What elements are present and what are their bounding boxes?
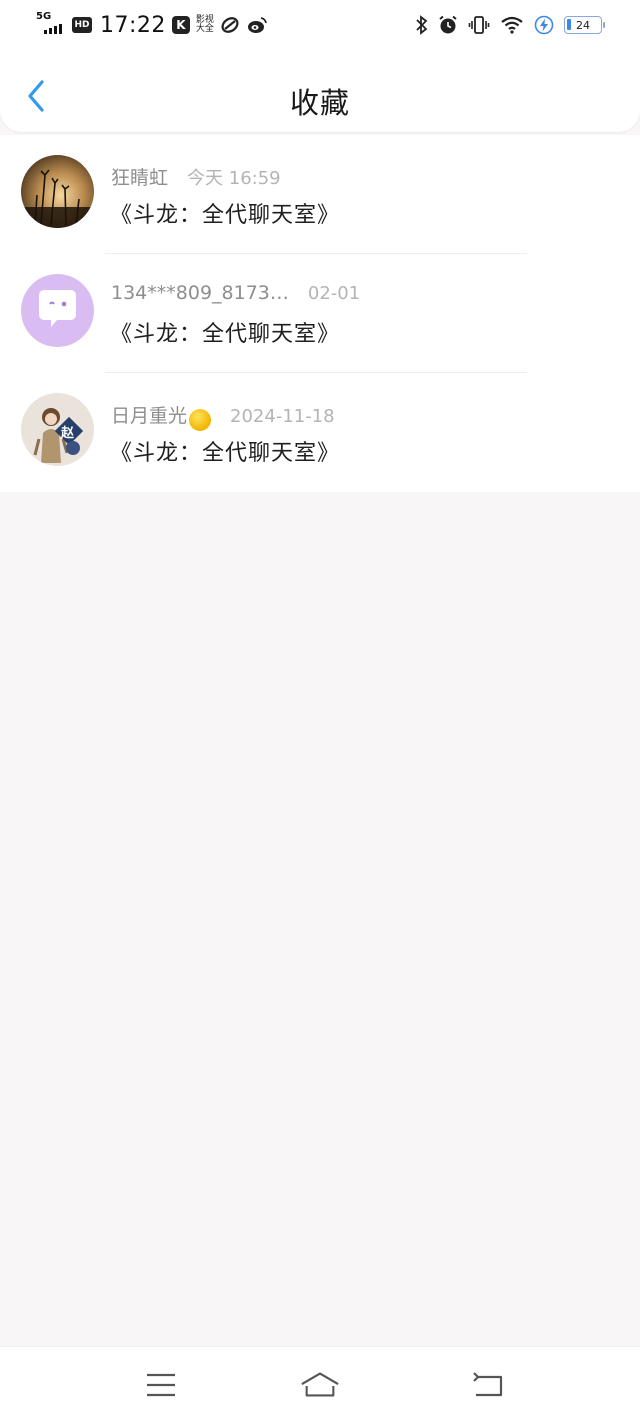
item-title[interactable]: 《斗龙：全代聊天室》 [110,316,340,348]
status-time: 17:22 [100,12,166,38]
item-meta: 日月重光 2024-11-18 [111,401,335,431]
return-button[interactable] [468,1367,508,1403]
favorites-list: 狂睛虹 今天 16:59 《斗龙：全代聊天室》 134***809_8173… … [0,135,640,492]
header-card: 5G HD 17:22 K 影视大全 24 收藏 [0,0,640,132]
moon-emoji-icon [189,408,212,431]
vibrate-icon [468,16,490,34]
system-nav-bar [0,1346,640,1422]
status-right: 24 [416,12,605,38]
list-item[interactable]: 狂睛虹 今天 16:59 《斗龙：全代聊天室》 [0,135,640,254]
battery-level: 24 [576,18,590,32]
avatar[interactable] [21,274,94,347]
item-meta: 134***809_8173… 02-01 [111,282,360,304]
battery-icon: 24 [564,16,605,34]
alarm-icon [439,15,457,34]
wifi-icon [501,16,523,34]
status-bar: 5G HD 17:22 K 影视大全 24 [0,0,640,52]
screen: 5G HD 17:22 K 影视大全 24 收藏 狂睛虹 今天 16:59 《斗… [0,0,640,1422]
page-title: 收藏 [289,86,350,120]
menu-button[interactable] [141,1367,181,1403]
item-title[interactable]: 《斗龙：全代聊天室》 [110,435,340,467]
chat-bubble-icon [21,274,94,347]
cellular-signal-icon: 5G [36,11,66,36]
user-name[interactable]: 狂睛虹 [111,163,168,190]
user-name[interactable]: 日月重光 [111,401,212,431]
menu-icon [147,1373,175,1397]
home-icon [301,1372,339,1397]
user-name-text: 日月重光 [111,405,188,427]
item-time: 今天 16:59 [187,168,281,189]
bluetooth-icon [416,15,428,35]
k-app-icon: K [171,16,190,34]
weibo-icon [247,17,267,33]
video-app-icon: 影视大全 [195,15,214,34]
avatar[interactable] [21,155,94,228]
status-left: 5G HD 17:22 K 影视大全 [36,10,268,40]
nav-bar: 收藏 [0,62,640,132]
avatar-badge-text: 赵 [61,426,75,441]
return-icon [473,1372,503,1397]
hd-badge: HD [72,17,92,33]
item-meta: 狂睛虹 今天 16:59 [111,163,281,190]
item-time: 02-01 [307,283,361,304]
link-app-icon [221,17,239,33]
item-title[interactable]: 《斗龙：全代聊天室》 [110,197,340,229]
network-type: 5G [36,11,52,22]
charging-icon [534,15,554,35]
home-button[interactable] [300,1367,340,1403]
list-item[interactable]: 134***809_8173… 02-01 《斗龙：全代聊天室》 [0,254,640,373]
avatar[interactable]: 赵 [21,393,94,466]
list-item[interactable]: 赵 日月重光 2024-11-18 《斗龙：全代聊天室》 [0,373,640,492]
user-name[interactable]: 134***809_8173… [111,282,289,304]
item-time: 2024-11-18 [230,406,335,427]
